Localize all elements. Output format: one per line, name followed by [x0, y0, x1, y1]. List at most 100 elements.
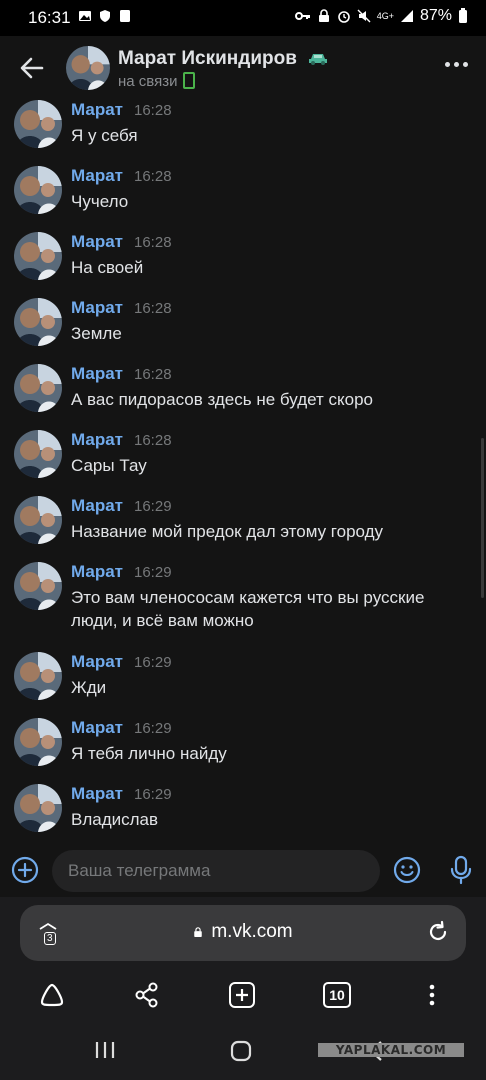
message-time: 16:28	[134, 102, 172, 119]
message-author[interactable]: Марат	[71, 562, 123, 582]
message-text: Это вам членососам кажется что вы русски…	[71, 588, 425, 630]
alarm-icon	[337, 11, 350, 23]
message-author[interactable]: Марат	[71, 166, 123, 186]
message-time: 16:28	[134, 234, 172, 251]
add-tab-icon	[229, 982, 255, 1008]
message-avatar[interactable]	[14, 232, 62, 280]
message-author[interactable]: Марат	[71, 364, 123, 384]
mute-icon	[357, 9, 371, 23]
message-avatar[interactable]	[14, 496, 62, 544]
message-text: Сары Тау	[71, 456, 147, 475]
message-time: 16:28	[134, 168, 172, 185]
avatar-photo-icon	[14, 784, 62, 832]
message-time: 16:29	[134, 498, 172, 515]
url-display[interactable]: m.vk.com	[20, 921, 466, 943]
message-avatar[interactable]	[14, 430, 62, 478]
reload-icon[interactable]	[426, 920, 450, 944]
gallery-icon	[79, 11, 91, 21]
message-avatar[interactable]	[14, 562, 62, 610]
avatar-photo-icon	[14, 166, 62, 214]
browser-nav-row: 10	[0, 975, 486, 1015]
mobile-online-icon	[183, 72, 196, 89]
avatar-photo-icon	[14, 100, 62, 148]
contact-status: на связи	[118, 72, 196, 90]
message-avatar[interactable]	[14, 100, 62, 148]
address-bar[interactable]: 3 m.vk.com	[20, 905, 466, 961]
open-tabs-count: 10	[323, 982, 351, 1008]
message-text: Я у себя	[71, 126, 138, 145]
message-author[interactable]: Марат	[71, 430, 123, 450]
avatar-photo-icon	[14, 364, 62, 412]
share-button[interactable]	[127, 975, 167, 1015]
scrollbar[interactable]	[481, 438, 484, 598]
message-input[interactable]	[52, 850, 380, 892]
more-options-icon[interactable]	[445, 62, 468, 67]
message-author[interactable]: Марат	[71, 784, 123, 804]
message-text: Название мой предок дал этому городу	[71, 522, 384, 541]
message-avatar[interactable]	[14, 166, 62, 214]
vertical-dots-icon	[429, 984, 435, 1006]
microphone-icon[interactable]	[448, 855, 474, 885]
car-icon	[309, 53, 328, 65]
avatar-photo-icon	[14, 718, 62, 766]
message-author[interactable]: Марат	[71, 652, 123, 672]
avatar-photo-icon	[14, 496, 62, 544]
avatar-photo-icon	[14, 562, 62, 610]
avatar-photo-icon	[14, 652, 62, 700]
message-avatar[interactable]	[14, 298, 62, 346]
message-list[interactable]: Марат 16:28 Я у себя Марат 16:28 Чучело Марат 1…	[0, 100, 486, 845]
shield-icon	[100, 10, 110, 22]
home-nav-icon[interactable]	[230, 1040, 252, 1062]
vpn-key-icon	[294, 12, 310, 20]
message-avatar[interactable]	[14, 652, 62, 700]
home-button[interactable]	[32, 975, 72, 1015]
message-text: Я тебя лично найду	[71, 744, 227, 763]
message-time: 16:28	[134, 366, 172, 383]
message-author[interactable]: Марат	[71, 496, 123, 516]
message-avatar[interactable]	[14, 784, 62, 832]
contact-name[interactable]: Марат Искиндиров	[118, 48, 328, 70]
message-time: 16:28	[134, 300, 172, 317]
watermark: YAPLAKAL.COM	[318, 1043, 464, 1057]
app-notification-icon	[120, 10, 130, 22]
message-text: А вас пидорасов здесь не будет скоро	[71, 390, 374, 409]
notification-icons	[78, 9, 132, 23]
message-author[interactable]: Марат	[71, 232, 123, 252]
message-text: На своей	[71, 258, 144, 277]
message-avatar[interactable]	[14, 718, 62, 766]
new-tab-button[interactable]	[222, 975, 262, 1015]
share-icon	[135, 982, 158, 1008]
network-type: 4G+	[376, 10, 394, 21]
message-time: 16:29	[134, 720, 172, 737]
message-composer	[0, 845, 486, 897]
url-text: m.vk.com	[211, 921, 293, 942]
status-time: 16:31	[28, 8, 71, 27]
message-text: Владислав	[71, 810, 159, 829]
message-time: 16:29	[134, 654, 172, 671]
chat-header: Марат Искиндиров на связи	[0, 36, 486, 100]
message-field[interactable]	[52, 850, 380, 892]
message-author[interactable]: Марат	[71, 100, 123, 120]
battery-icon	[459, 8, 467, 23]
tabs-button[interactable]: 10	[317, 975, 357, 1015]
message-time: 16:29	[134, 564, 172, 581]
home-icon	[40, 983, 64, 1007]
attach-plus-icon[interactable]	[11, 856, 39, 884]
recent-apps-icon[interactable]	[94, 1040, 116, 1060]
message-avatar[interactable]	[14, 364, 62, 412]
avatar-photo-icon	[14, 232, 62, 280]
contact-avatar[interactable]	[66, 46, 110, 90]
emoji-smile-icon[interactable]	[393, 856, 421, 884]
message-time: 16:29	[134, 786, 172, 803]
avatar-photo-icon	[66, 46, 110, 90]
battery-level: 87%	[419, 7, 452, 24]
status-bar: 16:31 4G+ 87%	[0, 0, 486, 36]
message-author[interactable]: Марат	[71, 718, 123, 738]
avatar-photo-icon	[14, 430, 62, 478]
contact-status-text: на связи	[118, 73, 178, 90]
message-author[interactable]: Марат	[71, 298, 123, 318]
browser-menu-button[interactable]	[412, 975, 452, 1015]
contact-name-text: Марат Искиндиров	[118, 48, 297, 69]
message-text: Чучело	[71, 192, 129, 211]
back-arrow-icon[interactable]	[18, 54, 46, 82]
